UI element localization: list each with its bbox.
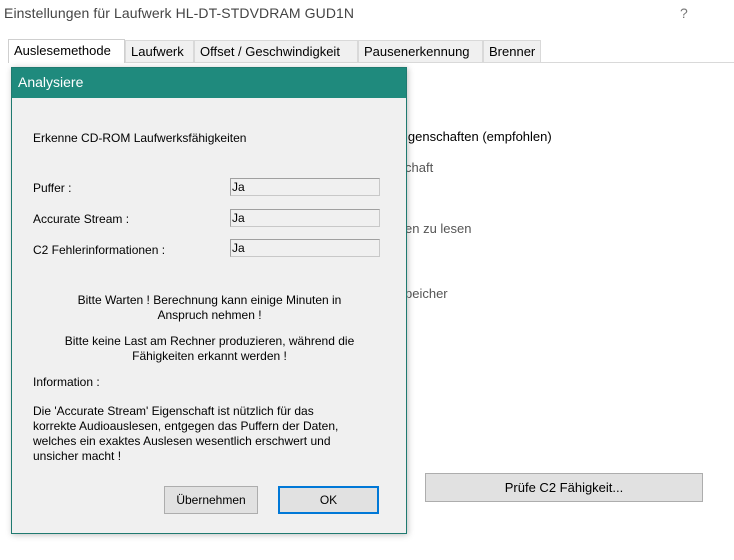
load-warning-line2: Fähigkeiten erkannt werden ! — [132, 349, 287, 363]
tab-offset-geschwindigkeit[interactable]: Offset / Geschwindigkeit — [194, 40, 358, 62]
option-label-properties: igenschaften (empfohlen) — [405, 129, 552, 144]
tab-auslesemethode[interactable]: Auslesemethode — [8, 39, 125, 63]
information-line: Die 'Accurate Stream' Eigenschaft ist nü… — [33, 404, 314, 418]
dialog-heading: Erkenne CD-ROM Laufwerksfähigkeiten — [33, 131, 247, 145]
check-c2-button[interactable]: Prüfe C2 Fähigkeit... — [425, 473, 703, 502]
load-warning-line1: Bitte keine Last am Rechner produzieren,… — [64, 334, 355, 348]
window-titlebar: Einstellungen für Laufwerk HL-DT-STDVDRA… — [0, 0, 734, 30]
load-warning: Bitte keine Last am Rechner produzieren,… — [22, 334, 397, 364]
option-label-property: chaft — [405, 160, 434, 175]
option-label-memory: peicher — [405, 286, 448, 301]
dialog-title: Analysiere — [12, 68, 406, 98]
ok-button[interactable]: OK — [278, 486, 379, 514]
accurate-stream-value-field: Ja — [230, 209, 380, 227]
information-line: korrekte Audioauslesen, entgegen das Puf… — [33, 419, 339, 433]
analyze-dialog: Analysiere Erkenne CD-ROM Laufwerksfähig… — [11, 67, 407, 534]
tab-pausenerkennung[interactable]: Pausenerkennung — [358, 40, 483, 62]
help-icon[interactable]: ? — [680, 5, 688, 21]
accurate-stream-label: Accurate Stream : — [33, 212, 130, 226]
option-label-read: en zu lesen — [405, 221, 472, 236]
wait-message: Bitte Warten ! Berechnung kann einige Mi… — [22, 293, 397, 323]
information-label: Information : — [33, 375, 100, 389]
buffer-value-field: Ja — [230, 178, 380, 196]
information-line: welches ein exaktes Auslesen wesentlich … — [33, 434, 331, 448]
apply-button[interactable]: Übernehmen — [164, 486, 258, 514]
tab-brenner[interactable]: Brenner — [483, 40, 541, 62]
wait-message-line2: Anspruch nehmen ! — [157, 308, 262, 322]
tab-laufwerk[interactable]: Laufwerk — [125, 40, 194, 62]
buffer-label: Puffer : — [33, 181, 72, 195]
wait-message-line1: Bitte Warten ! Berechnung kann einige Mi… — [77, 293, 342, 307]
information-line: unsicher macht ! — [33, 449, 122, 463]
window-title: Einstellungen für Laufwerk HL-DT-STDVDRA… — [4, 5, 355, 21]
c2-error-info-label: C2 Fehlerinformationen : — [33, 243, 166, 257]
information-text: Die 'Accurate Stream' Eigenschaft ist nü… — [33, 404, 383, 464]
c2-error-info-value-field: Ja — [230, 239, 380, 257]
